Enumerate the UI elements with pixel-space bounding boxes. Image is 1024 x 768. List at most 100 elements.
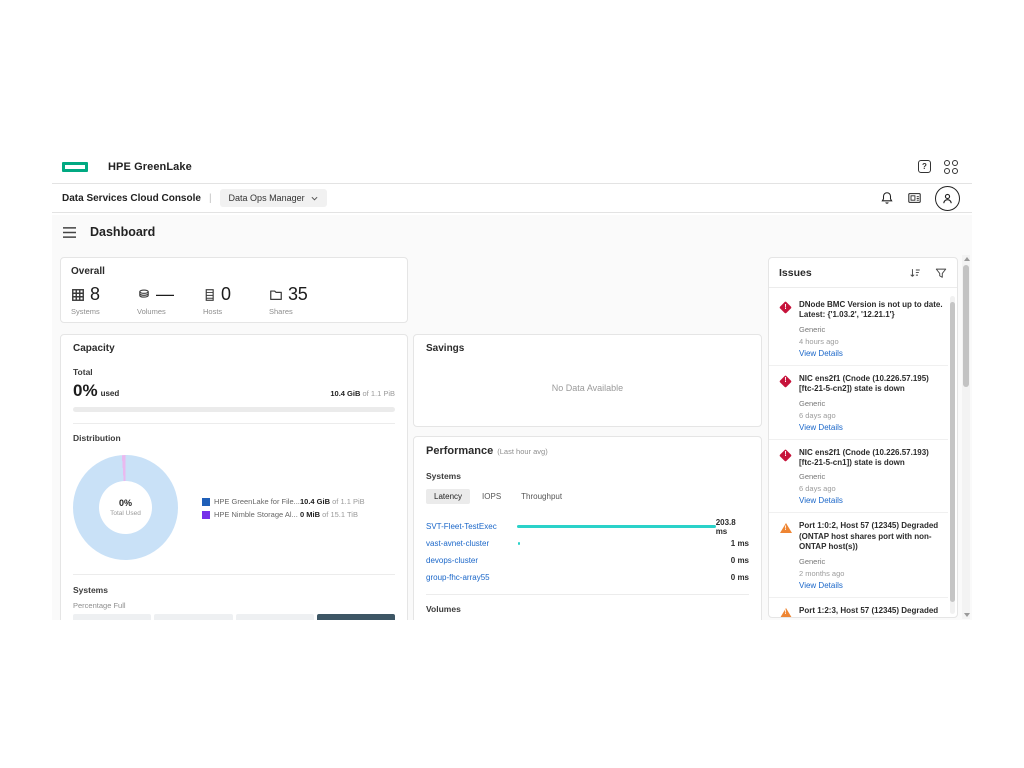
shares-count: 35: [288, 284, 307, 305]
legend-swatch-file: [202, 498, 210, 506]
system-link[interactable]: devops-cluster: [426, 556, 518, 565]
issue-category: Generic: [799, 325, 944, 334]
issue-item: ! Port 1:2:3, Host 57 (12345) Degraded (…: [769, 598, 948, 617]
hosts-count: 0: [221, 284, 231, 305]
savings-card: Savings No Data Available: [413, 334, 762, 427]
console-header: Data Services Cloud Console | Data Ops M…: [52, 184, 972, 213]
pct-bucket[interactable]: 6: [317, 614, 395, 620]
shares-folder-icon: [269, 288, 283, 302]
pct-bucket[interactable]: 0: [236, 614, 314, 620]
stat-shares[interactable]: 35 Shares: [269, 284, 335, 316]
system-link[interactable]: group-fhc-array55: [426, 573, 518, 582]
page-scrollbar[interactable]: [962, 255, 970, 619]
capacity-title: Capacity: [73, 343, 395, 354]
hosts-label: Hosts: [203, 307, 269, 316]
capacity-progress-bar: [73, 407, 395, 412]
critical-diamond-icon: !: [779, 449, 793, 506]
issues-scroll-thumb[interactable]: [950, 302, 955, 602]
issue-title: NIC ens2f1 (Cnode (10.226.57.195) [ftc-2…: [799, 374, 944, 395]
issue-time: 6 days ago: [799, 484, 944, 493]
stat-hosts[interactable]: 0 Hosts: [203, 284, 269, 316]
filter-funnel-icon[interactable]: [935, 267, 947, 279]
app-selector-label: Data Ops Manager: [229, 193, 305, 203]
volumes-cylinder-icon: [137, 288, 151, 302]
distribution-title: Distribution: [73, 433, 395, 443]
latency-bar: [517, 525, 716, 528]
capacity-card: Capacity Total 0% used 10.4 GiB of 1.1 P…: [60, 334, 408, 620]
latency-row: SVT-Fleet-TestExec 203.8 ms: [426, 518, 749, 535]
issues-panel: Issues ! DNode BMC Version is not up to …: [768, 257, 958, 618]
view-details-link[interactable]: View Details: [799, 349, 944, 358]
tab-iops[interactable]: IOPS: [474, 489, 509, 504]
donut-center-value: 0%: [119, 498, 132, 508]
sort-icon[interactable]: [909, 267, 921, 279]
brand-title: HPE GreenLake: [108, 161, 192, 173]
overall-card: Overall 8 Systems — Volumes: [60, 257, 408, 323]
volumes-label: Volumes: [137, 307, 203, 316]
issue-category: Generic: [799, 472, 944, 481]
pct-bucket[interactable]: 0: [73, 614, 151, 620]
app-window: HPE GreenLake ? Data Services Cloud Cons…: [52, 150, 972, 213]
capacity-systems-title: Systems: [73, 585, 395, 595]
latency-row: group-fhc-array55 0 ms: [426, 569, 749, 586]
view-details-link[interactable]: View Details: [799, 423, 944, 432]
divider: [426, 594, 749, 595]
menu-hamburger-icon[interactable]: [62, 226, 77, 239]
volumes-count: —: [156, 284, 174, 305]
pct-bucket[interactable]: 0: [154, 614, 232, 620]
scroll-up-arrow[interactable]: [964, 257, 970, 261]
distribution-donut[interactable]: 0% Total Used: [73, 455, 178, 560]
performance-title: Performance: [426, 445, 493, 457]
dashboard-content: Dashboard Overall 8 Systems —: [52, 215, 972, 620]
app-selector-dropdown[interactable]: Data Ops Manager: [220, 189, 327, 207]
performance-subtitle: (Last hour avg): [497, 447, 547, 456]
issue-time: 6 days ago: [799, 411, 944, 420]
system-link[interactable]: vast-avnet-cluster: [426, 539, 518, 548]
issue-time: 4 hours ago: [799, 337, 944, 346]
tab-latency[interactable]: Latency: [426, 489, 470, 504]
divider: [769, 287, 957, 288]
stat-systems[interactable]: 8 Systems: [71, 284, 137, 316]
donut-center: 0% Total Used: [99, 481, 152, 534]
issue-item: ! NIC ens2f1 (Cnode (10.226.57.193) [ftc…: [769, 440, 948, 514]
system-link[interactable]: SVT-Fleet-TestExec: [426, 522, 517, 531]
legend-item: HPE GreenLake for File... 10.4 GiB of 1.…: [202, 497, 365, 506]
performance-tabs: Latency IOPS Throughput: [426, 489, 749, 504]
view-details-link[interactable]: View Details: [799, 496, 944, 505]
issue-time: 2 months ago: [799, 569, 944, 578]
user-avatar[interactable]: [935, 186, 960, 211]
overall-title: Overall: [71, 266, 397, 277]
performance-systems-label: Systems: [426, 471, 749, 481]
stat-volumes[interactable]: — Volumes: [137, 284, 203, 316]
issue-title: NIC ens2f1 (Cnode (10.226.57.193) [ftc-2…: [799, 448, 944, 469]
help-icon[interactable]: ?: [918, 160, 931, 173]
latency-row: devops-cluster 0 ms: [426, 552, 749, 569]
app-switcher-icon[interactable]: [944, 160, 958, 174]
issues-list[interactable]: ! DNode BMC Version is not up to date. L…: [769, 292, 948, 617]
donut-center-label: Total Used: [110, 510, 141, 517]
issue-category: Generic: [799, 557, 944, 566]
announcements-icon[interactable]: [907, 191, 922, 205]
performance-card: Performance (Last hour avg) Systems Late…: [413, 436, 762, 620]
warning-triangle-icon: !: [779, 522, 793, 589]
percentage-full-label: Percentage Full: [73, 601, 395, 610]
latency-value: 0 ms: [731, 573, 749, 582]
issue-category: Generic: [799, 399, 944, 408]
capacity-percent: 0%: [73, 381, 98, 401]
percentage-full-histogram: 0 0 0 6: [73, 614, 395, 620]
view-details-link[interactable]: View Details: [799, 581, 944, 590]
chevron-down-icon: [311, 196, 318, 201]
console-title: Data Services Cloud Console: [62, 193, 201, 204]
notifications-bell-icon[interactable]: [880, 191, 894, 205]
divider: [73, 423, 395, 424]
latency-value: 0 ms: [731, 556, 749, 565]
scroll-down-arrow[interactable]: [964, 613, 970, 617]
issues-scrollbar[interactable]: [950, 296, 955, 614]
page-scroll-thumb[interactable]: [963, 265, 969, 387]
savings-title: Savings: [426, 343, 749, 354]
capacity-amount: 10.4 GiB of 1.1 PiB: [330, 389, 395, 398]
latency-row: vast-avnet-cluster 1 ms: [426, 535, 749, 552]
issue-title: Port 1:0:2, Host 57 (12345) Degraded (ON…: [799, 521, 944, 552]
savings-empty-message: No Data Available: [414, 383, 761, 393]
tab-throughput[interactable]: Throughput: [513, 489, 570, 504]
